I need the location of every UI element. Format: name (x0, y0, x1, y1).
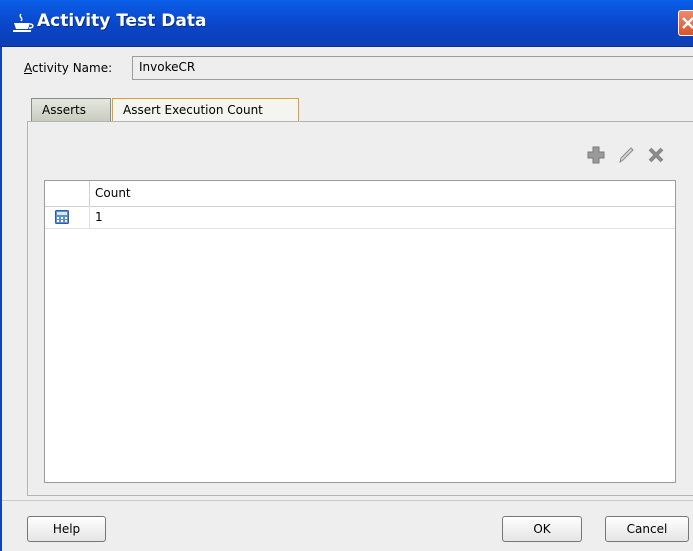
tab-assert-execution-count[interactable]: Assert Execution Count (112, 98, 299, 122)
column-header-count[interactable]: Count (89, 181, 675, 206)
footer-divider (2, 500, 693, 501)
table-row[interactable]: 1 (45, 206, 675, 229)
edit-icon (619, 147, 634, 164)
table-header: Count (45, 181, 675, 207)
delete-icon (648, 147, 664, 163)
activity-name-field[interactable]: InvokeCR (132, 56, 693, 80)
ok-button[interactable]: OK (502, 516, 582, 542)
help-button[interactable]: Help (27, 516, 106, 542)
count-table[interactable]: Count 1 (44, 180, 676, 483)
coffee-cup-icon (12, 13, 34, 33)
title-bar[interactable]: Activity Test Data (0, 0, 693, 47)
tab-asserts[interactable]: Asserts (31, 98, 111, 122)
add-icon (587, 146, 605, 164)
window-title: Activity Test Data (37, 11, 207, 31)
close-button[interactable] (678, 10, 693, 36)
cancel-button[interactable]: Cancel (605, 516, 689, 542)
delete-button[interactable] (645, 144, 667, 166)
count-cell[interactable]: 1 (89, 206, 675, 228)
close-icon (682, 17, 693, 29)
edit-button[interactable] (615, 144, 637, 166)
calculator-icon (55, 210, 69, 224)
add-button[interactable] (585, 144, 607, 166)
activity-name-label: Activity Name: (24, 61, 113, 75)
